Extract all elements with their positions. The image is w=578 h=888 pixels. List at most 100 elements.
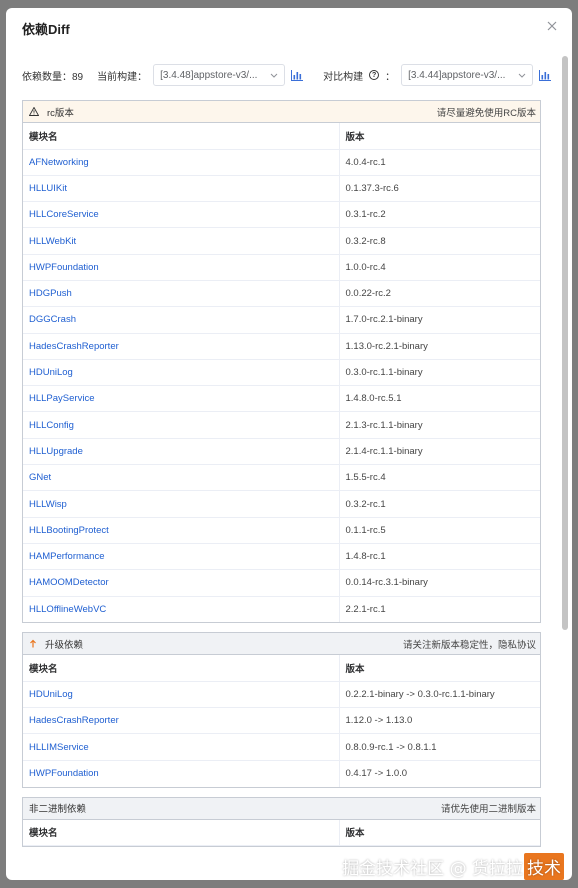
version-cell: 2.1.3-rc.1.1-binary [339, 411, 540, 439]
version-cell: 1.7.0-rc.2.1-binary [339, 306, 540, 334]
column-header-module: 模块名 [23, 819, 340, 847]
rc-section-title: rc版本 [47, 107, 74, 119]
module-link[interactable]: HLLConfig [23, 411, 340, 439]
column-header-module: 模块名 [23, 655, 340, 682]
table-row: HLLUIKit 0.1.37.3-rc.6 [23, 175, 540, 203]
table-row: HadesCrashReporter 1.12.0 -> 1.13.0 [23, 707, 540, 735]
module-link[interactable]: AFNetworking [23, 149, 340, 176]
version-cell: 0.8.0.9-rc.1 -> 0.8.1.1 [339, 733, 540, 761]
version-cell: 0.3.2-rc.8 [339, 227, 540, 255]
module-link[interactable]: HLLWebKit [23, 227, 340, 255]
table-row: HLLOfflineWebVC 2.2.1-rc.1 [23, 596, 540, 623]
table-row: GNet 1.5.5-rc.4 [23, 464, 540, 492]
watermark: 掘金技术社区 @ 货拉拉 技术 [342, 853, 564, 880]
module-link[interactable]: GNet [23, 464, 340, 492]
version-cell: 1.4.8.0-rc.5.1 [339, 385, 540, 413]
table-row: HLLUpgrade 2.1.4-rc.1.1-binary [23, 438, 540, 466]
table-row: HadesCrashReporter 1.13.0-rc.2.1-binary [23, 333, 540, 360]
version-cell: 0.3.0-rc.1.1-binary [339, 359, 540, 387]
table-row: HLLWisp 0.3.2-rc.1 [23, 490, 540, 518]
table-row: HAMPerformance 1.4.8-rc.1 [23, 543, 540, 571]
module-link[interactable]: HDUniLog [23, 359, 340, 387]
upgrade-arrow-icon [29, 639, 37, 648]
table-row: HLLBootingProtect 0.1.1-rc.5 [23, 517, 540, 544]
scrollbar-thumb[interactable] [562, 56, 568, 630]
chevron-down-icon [518, 73, 526, 78]
module-link[interactable]: HAMOOMDetector [23, 569, 340, 597]
table-row: HDUniLog 0.2.2.1-binary -> 0.3.0-rc.1.1-b… [23, 681, 540, 709]
table-row: HDUniLog 0.3.0-rc.1.1-binary [23, 359, 540, 387]
module-link[interactable]: HLLUIKit [23, 175, 340, 203]
module-link[interactable]: HDUniLog [23, 681, 340, 709]
table-row: AFNetworking 4.0.4-rc.1 [23, 149, 540, 176]
upgrade-section-title: 升级依赖 [45, 639, 84, 651]
bar-chart-icon [539, 69, 552, 81]
module-link[interactable]: HLLCoreService [23, 201, 340, 229]
diff-scroll-area[interactable]: rc版本 请尽量避免使用RC版本 模块名 版本 AFNetworking 4.0.… [22, 100, 541, 880]
module-link[interactable]: HadesCrashReporter [23, 707, 340, 735]
table-row: HLLWebKit 0.3.2-rc.8 [23, 227, 540, 255]
table-row: DGGCrash 1.7.0-rc.2.1-binary [23, 306, 540, 334]
dependency-diff-dialog: 依赖Diff 依赖数量：89 当前构建： [3.4.48]appstore-v3… [6, 8, 572, 880]
table-row: HWPFoundation 1.0.0-rc.4 [23, 254, 540, 281]
module-link[interactable]: HWPFoundation [23, 760, 340, 787]
upgrade-section-header: 升级依赖 请关注新版本稳定性，隐私协议 [23, 633, 540, 656]
module-link[interactable]: HadesCrashReporter [23, 333, 340, 360]
close-button[interactable] [544, 18, 560, 34]
version-cell: 0.3.1-rc.2 [339, 201, 540, 229]
module-link[interactable]: HWPFoundation [23, 254, 340, 281]
module-link[interactable]: HLLPayService [23, 385, 340, 413]
compare-build-select[interactable]: [3.4.44]appstore-v3/... [401, 64, 534, 86]
version-cell: 1.4.8-rc.1 [339, 543, 540, 571]
module-link[interactable]: HLLBootingProtect [23, 517, 340, 544]
table-row: HAMOOMDetector 0.0.14-rc.3.1-binary [23, 569, 540, 597]
table-row: HDGPush 0.0.22-rc.2 [23, 280, 540, 308]
column-header-version: 版本 [339, 123, 540, 150]
warning-icon [29, 107, 39, 116]
current-build-select[interactable]: [3.4.48]appstore-v3/... [153, 64, 286, 86]
module-link[interactable]: HAMPerformance [23, 543, 340, 571]
watermark-tag: 技术 [524, 853, 564, 880]
version-cell: 2.2.1-rc.1 [345, 603, 386, 615]
upgrade-table: 模块名 版本 HDUniLog 0.2.2.1-binary -> 0.3.0-r… [23, 655, 540, 787]
help-icon[interactable]: ? [369, 70, 380, 80]
dialog-header: 依赖Diff [6, 8, 572, 48]
non-binary-section-title: 非二进制依赖 [29, 804, 87, 816]
upgrade-section: 升级依赖 请关注新版本稳定性，隐私协议 模块名 版本 HDUniLog 0.2.2… [22, 632, 541, 788]
version-cell: 0.0.14-rc.3.1-binary [339, 569, 540, 597]
dependency-count-value: 89 [72, 71, 84, 83]
table-row: HLLPayService 1.4.8.0-rc.5.1 [23, 385, 540, 413]
dependency-count-label: 依赖数量： [22, 71, 72, 83]
version-cell: 0.1.37.3-rc.6 [339, 175, 540, 203]
rc-table: 模块名 版本 AFNetworking 4.0.4-rc.1 HLLUIKit 0.1… [23, 123, 540, 623]
column-header-version: 版本 [339, 819, 540, 847]
rc-section-header: rc版本 请尽量避免使用RC版本 [23, 101, 540, 123]
table-row: HLLConfig 2.1.3-rc.1.1-binary [23, 411, 540, 439]
table-row: HLLCoreService 0.3.1-rc.2 [23, 201, 540, 229]
version-cell: 1.13.0-rc.2.1-binary [339, 333, 540, 360]
version-cell: 1.0.0-rc.4 [339, 254, 540, 281]
non-binary-table: 模块名 版本 [23, 819, 540, 847]
version-cell: 0.0.22-rc.2 [339, 280, 540, 308]
current-build-label: 当前构建： [97, 71, 148, 83]
current-build-chart-button[interactable] [291, 69, 304, 81]
column-header-version: 版本 [339, 655, 540, 682]
module-link[interactable]: DGGCrash [23, 306, 340, 334]
module-link[interactable]: HLLWisp [23, 490, 340, 518]
table-row: HWPFoundation 0.4.17 -> 1.0.0 [23, 760, 540, 787]
rc-version-section: rc版本 请尽量避免使用RC版本 模块名 版本 AFNetworking 4.0.… [22, 100, 541, 624]
watermark-text: 掘金技术社区 @ 货拉拉 [342, 859, 523, 879]
version-cell: 0.2.2.1-binary -> 0.3.0-rc.1.1-binary [339, 681, 540, 709]
compare-build-colon: ： [385, 71, 396, 83]
non-binary-section-hint: 请优先使用二进制版本 [440, 804, 536, 816]
chevron-down-icon [270, 73, 278, 78]
upgrade-section-hint: 请关注新版本稳定性，隐私协议 [402, 639, 536, 651]
module-link[interactable]: HDGPush [23, 280, 340, 308]
module-link[interactable]: HLLUpgrade [23, 438, 340, 466]
bar-chart-icon [291, 69, 304, 81]
version-cell: 0.4.17 -> 1.0.0 [345, 768, 408, 780]
module-link[interactable]: HLLOfflineWebVC [23, 596, 340, 623]
column-header-module: 模块名 [23, 123, 340, 150]
compare-build-chart-button[interactable] [539, 69, 552, 81]
module-link[interactable]: HLLIMService [23, 733, 340, 761]
